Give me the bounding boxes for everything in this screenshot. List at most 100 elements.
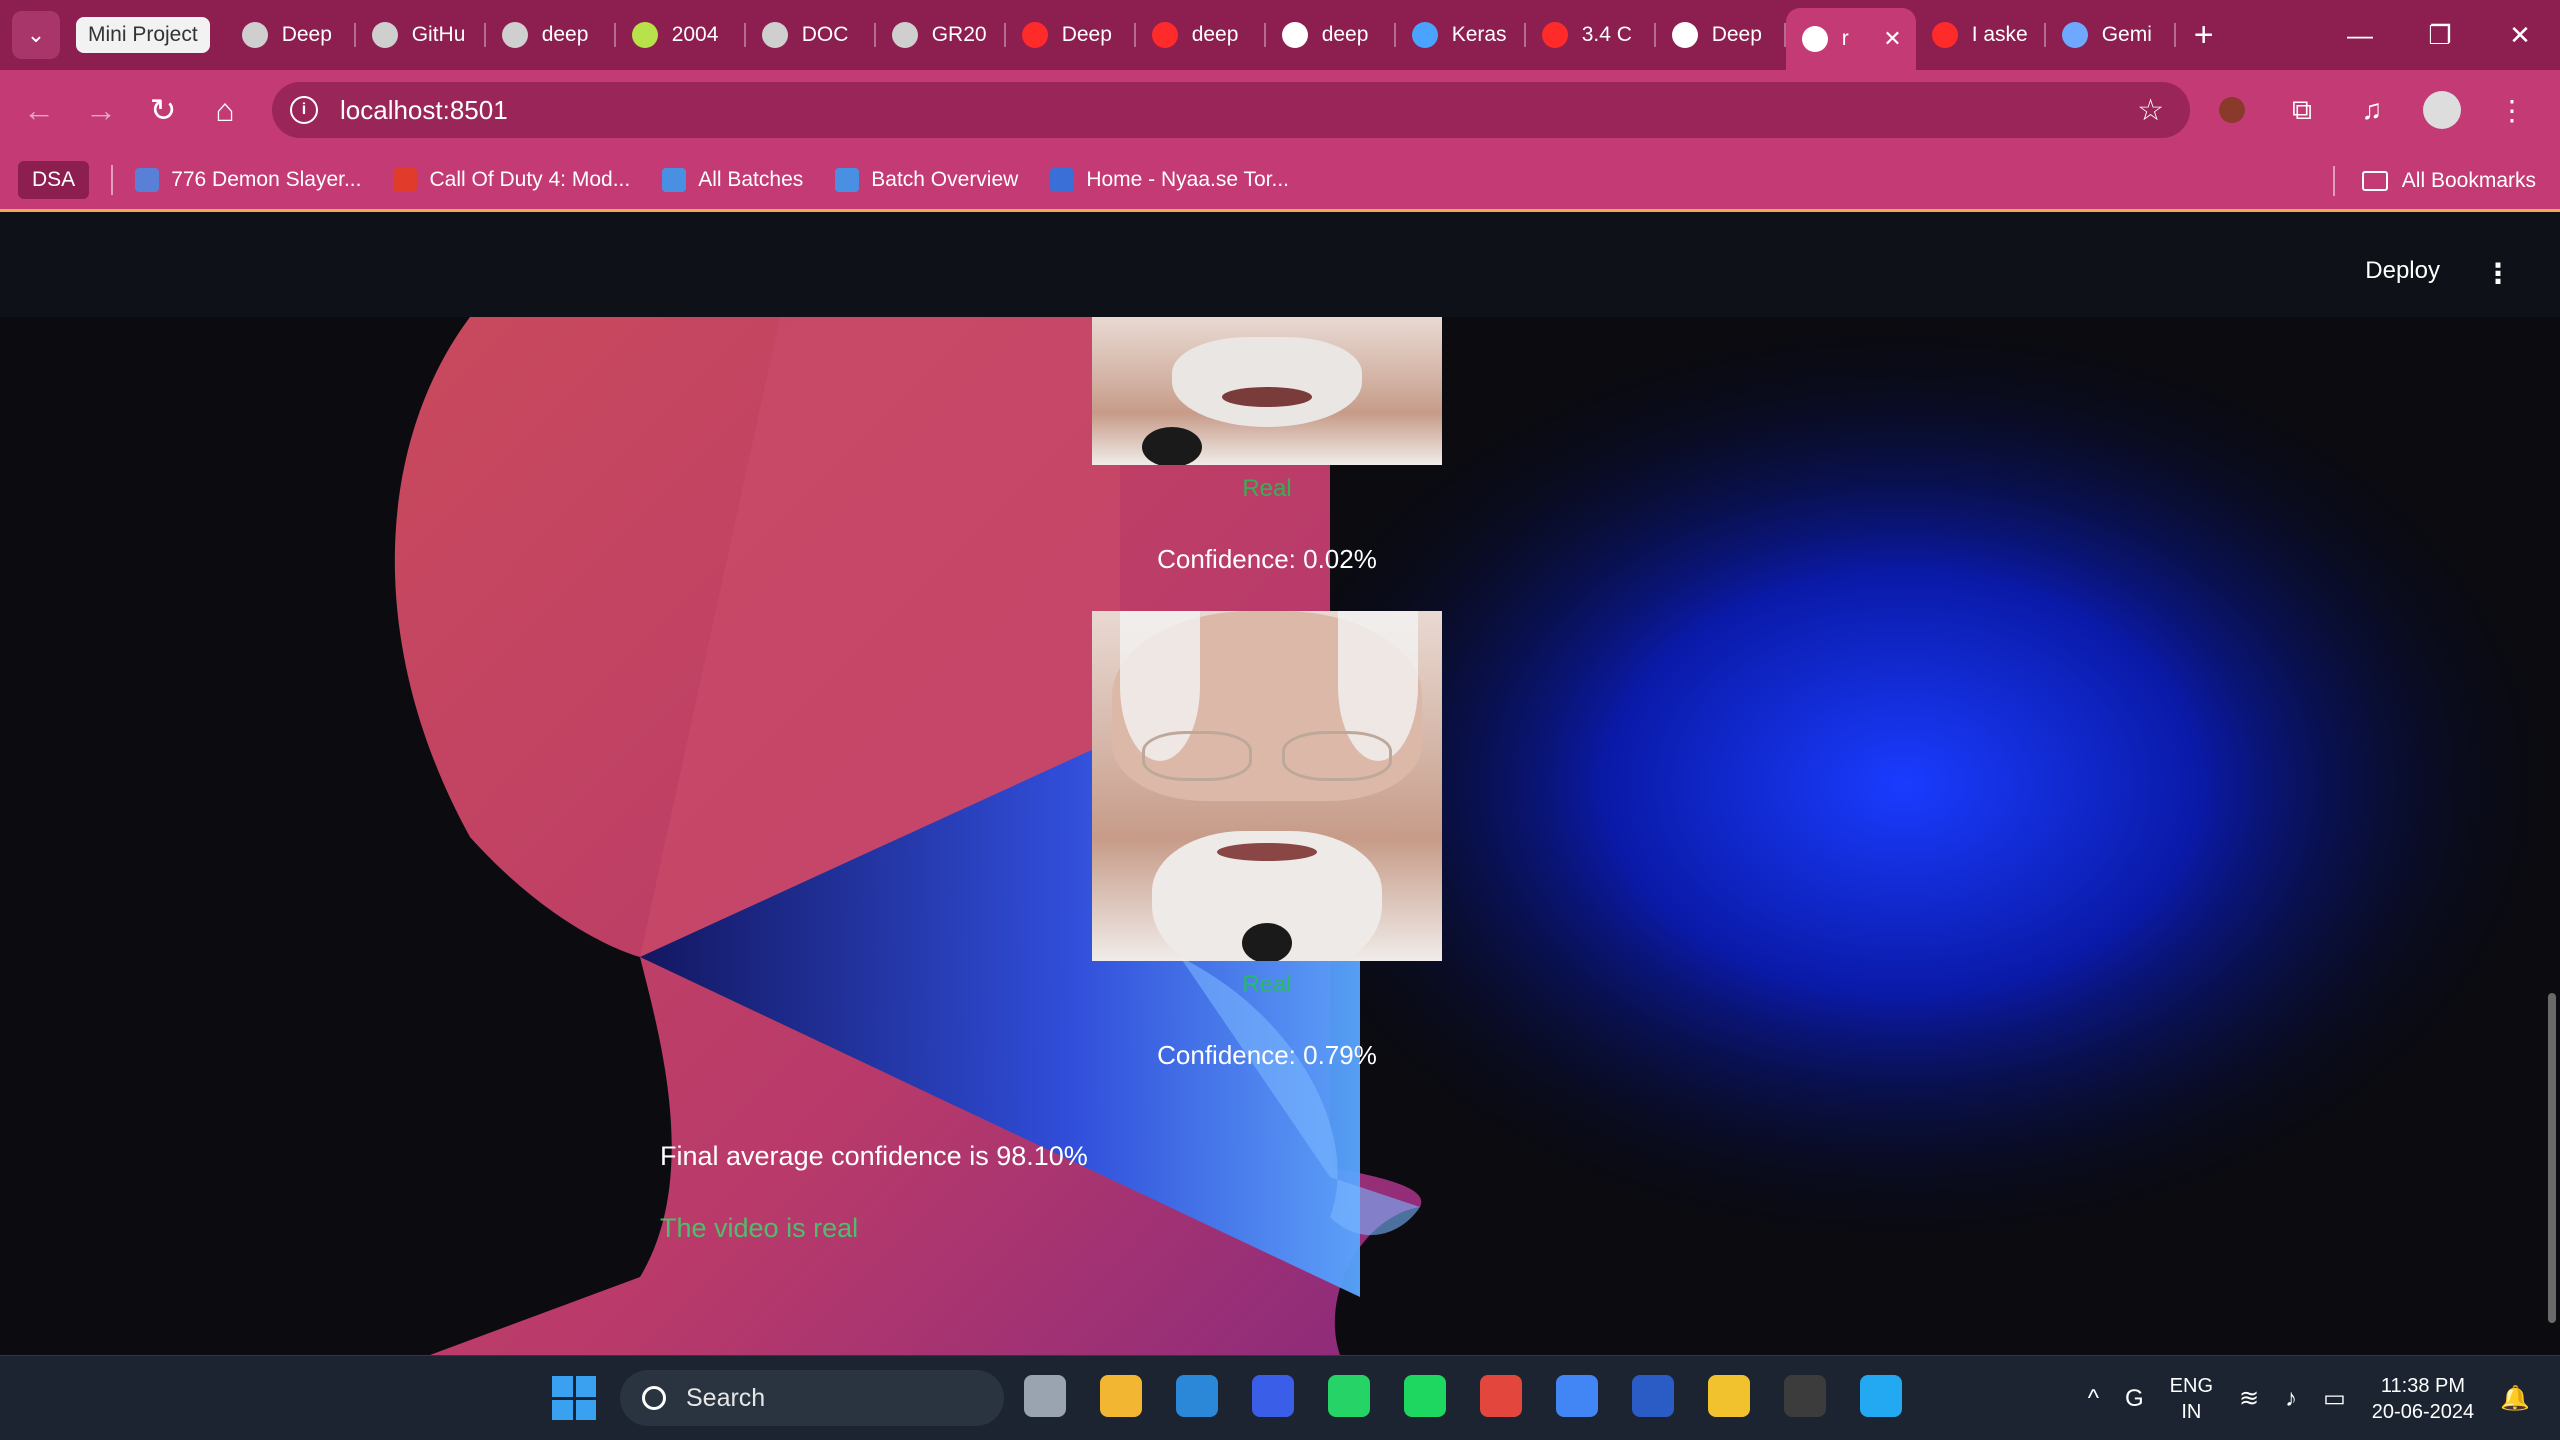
grammarly-icon[interactable]: G bbox=[2125, 1385, 2144, 1413]
bookmark-item[interactable]: All Batches bbox=[662, 167, 804, 192]
chevron-up-icon[interactable]: ^ bbox=[2088, 1385, 2099, 1413]
new-tab-button[interactable]: + bbox=[2194, 16, 2214, 55]
bookmark-favicon-icon bbox=[1050, 167, 1075, 192]
window-controls: — ❐ ✕ bbox=[2320, 0, 2560, 70]
clock[interactable]: 11:38 PM 20-06-2024 bbox=[2372, 1373, 2474, 1425]
close-window-button[interactable]: ✕ bbox=[2480, 0, 2560, 70]
tab-title: 2004 bbox=[671, 23, 719, 46]
taskbar-search-label: Search bbox=[686, 1383, 766, 1412]
taskbar-app-starred-app[interactable] bbox=[1704, 1368, 1754, 1424]
media-control-icon[interactable]: ♫ bbox=[2344, 82, 2400, 138]
tab-title: Gemi bbox=[2101, 23, 2152, 46]
browser-tab[interactable]: deep bbox=[1266, 7, 1396, 63]
face-frame-image bbox=[1092, 611, 1442, 961]
clock-date: 20-06-2024 bbox=[2371, 1400, 2475, 1423]
terminal-icon bbox=[1784, 1375, 1826, 1417]
system-tray: ^ G ENG IN ≋ ♪ ▭ 11:38 PM 20-06-2024 🔔 bbox=[2088, 1356, 2530, 1440]
prediction-label: Real bbox=[1242, 475, 1292, 502]
menu-kebab-icon[interactable]: ⋮ bbox=[2484, 82, 2540, 138]
all-bookmarks-label: All Bookmarks bbox=[2401, 169, 2536, 192]
close-tab-icon[interactable]: ✕ bbox=[1883, 26, 1901, 52]
wifi-icon[interactable]: ≋ bbox=[2239, 1384, 2259, 1413]
bookmark-label: 776 Demon Slayer... bbox=[171, 167, 362, 191]
extensions-puzzle-icon[interactable]: ⧉ bbox=[2274, 82, 2330, 138]
tab-title: deep bbox=[1321, 23, 1369, 46]
bookmark-item[interactable]: Call Of Duty 4: Mod... bbox=[393, 167, 630, 192]
browser-tab[interactable]: 2004 bbox=[616, 7, 746, 63]
bookmark-label: All Batches bbox=[698, 167, 804, 191]
profile-avatar[interactable] bbox=[2414, 82, 2470, 138]
tab-title: 3.4 C bbox=[1581, 23, 1632, 46]
browser-tab[interactable]: GR20 bbox=[876, 7, 1006, 63]
browser-tab[interactable]: Deep bbox=[226, 7, 356, 63]
bookmark-favicon-icon bbox=[393, 167, 418, 192]
url-text[interactable]: localhost:8501 bbox=[340, 95, 508, 126]
taskbar-app-word[interactable] bbox=[1628, 1368, 1678, 1424]
bookmarks-bar: DSA 776 Demon Slayer... Call Of Duty 4: M… bbox=[0, 150, 2560, 212]
page-scrollbar[interactable] bbox=[2548, 993, 2556, 1323]
taskbar-app-vscode[interactable] bbox=[1856, 1368, 1906, 1424]
taskbar-app-task-view[interactable] bbox=[1020, 1368, 1070, 1424]
glasses-right-shape bbox=[1282, 731, 1392, 781]
taskbar-app-whatsapp[interactable] bbox=[1324, 1368, 1374, 1424]
bookmark-item[interactable]: 776 Demon Slayer... bbox=[135, 167, 362, 192]
browser-tab[interactable]: GitHu bbox=[356, 7, 486, 63]
bookmark-favicon-icon bbox=[135, 167, 160, 192]
bookmark-separator bbox=[111, 164, 114, 195]
site-info-icon[interactable]: i bbox=[290, 96, 318, 124]
restore-button[interactable]: ❐ bbox=[2400, 0, 2480, 70]
browser-tab[interactable]: Gemi bbox=[2046, 7, 2176, 63]
browser-tab[interactable]: Deep bbox=[1656, 7, 1786, 63]
taskbar-app-spotify[interactable] bbox=[1400, 1368, 1450, 1424]
address-bar[interactable]: i localhost:8501 ☆ bbox=[272, 82, 2190, 138]
openai-icon bbox=[1671, 22, 1698, 48]
tab-list: Deep GitHu deep 2004 DOC GR20 Deep deep deep Kera… bbox=[226, 0, 2176, 70]
battery-icon[interactable]: ▭ bbox=[2323, 1384, 2346, 1413]
youtube-icon bbox=[1541, 22, 1568, 48]
browser-tab[interactable]: r ✕ bbox=[1785, 8, 1916, 70]
back-button[interactable]: ← bbox=[8, 79, 70, 141]
extension-icon[interactable] bbox=[2204, 82, 2260, 138]
bookmark-label: Home - Nyaa.se Tor... bbox=[1086, 167, 1290, 191]
tab-title: DOC bbox=[801, 23, 849, 46]
bookmark-separator bbox=[2333, 166, 2335, 196]
browser-tab[interactable]: Keras bbox=[1396, 7, 1526, 63]
glasses-left-shape bbox=[1142, 731, 1252, 781]
bookmark-item[interactable]: Batch Overview bbox=[835, 167, 1018, 192]
bookmark-item[interactable]: Home - Nyaa.se Tor... bbox=[1050, 167, 1290, 192]
browser-tab[interactable]: DOC bbox=[746, 7, 876, 63]
taskbar-app-file-explorer[interactable] bbox=[1096, 1368, 1146, 1424]
taskbar-app-chrome[interactable] bbox=[1552, 1368, 1602, 1424]
tab-title: Deep bbox=[1711, 23, 1762, 46]
taskbar-app-microsoft-store[interactable] bbox=[1172, 1368, 1222, 1424]
home-button[interactable]: ⌂ bbox=[194, 79, 256, 141]
bookmark-star-icon[interactable]: ☆ bbox=[2137, 93, 2164, 128]
all-bookmarks-button[interactable]: All Bookmarks bbox=[2361, 150, 2536, 212]
browser-tab[interactable]: 3.4 C bbox=[1526, 7, 1656, 63]
globe-icon bbox=[761, 22, 788, 48]
reload-button[interactable]: ↻ bbox=[132, 79, 194, 141]
taskbar-search-box[interactable]: Search bbox=[620, 1370, 1004, 1426]
tab-search-button[interactable]: ⌄ bbox=[12, 11, 60, 59]
browser-tab[interactable]: deep bbox=[1136, 7, 1266, 63]
taskbar-app-terminal[interactable] bbox=[1780, 1368, 1830, 1424]
notification-bell-icon[interactable]: 🔔 bbox=[2500, 1384, 2530, 1413]
language-indicator[interactable]: ENG IN bbox=[2170, 1373, 2213, 1425]
main-menu-icon[interactable]: ⋮ bbox=[2484, 257, 2512, 290]
tab-title: deep bbox=[1191, 23, 1239, 46]
streamlit-icon bbox=[1801, 26, 1828, 52]
streamlit-header: Deploy ⋮ bbox=[0, 213, 2560, 317]
taskbar-app-chrome-profile[interactable] bbox=[1476, 1368, 1526, 1424]
browser-tab[interactable]: I aske bbox=[1916, 7, 2046, 63]
confidence-text: Confidence: 0.02% bbox=[1157, 544, 1377, 574]
browser-tab[interactable]: deep bbox=[486, 7, 616, 63]
windows-start-icon[interactable] bbox=[552, 1376, 596, 1420]
forward-button[interactable]: → bbox=[70, 79, 132, 141]
minimize-button[interactable]: — bbox=[2320, 0, 2400, 70]
taskbar-app-code-editor[interactable] bbox=[1248, 1368, 1298, 1424]
tab-group-label[interactable]: Mini Project bbox=[76, 17, 210, 53]
deploy-button[interactable]: Deploy bbox=[2365, 257, 2440, 285]
bookmark-folder-dsa[interactable]: DSA bbox=[18, 160, 90, 199]
browser-tab[interactable]: Deep bbox=[1006, 7, 1136, 63]
volume-icon[interactable]: ♪ bbox=[2285, 1385, 2297, 1413]
